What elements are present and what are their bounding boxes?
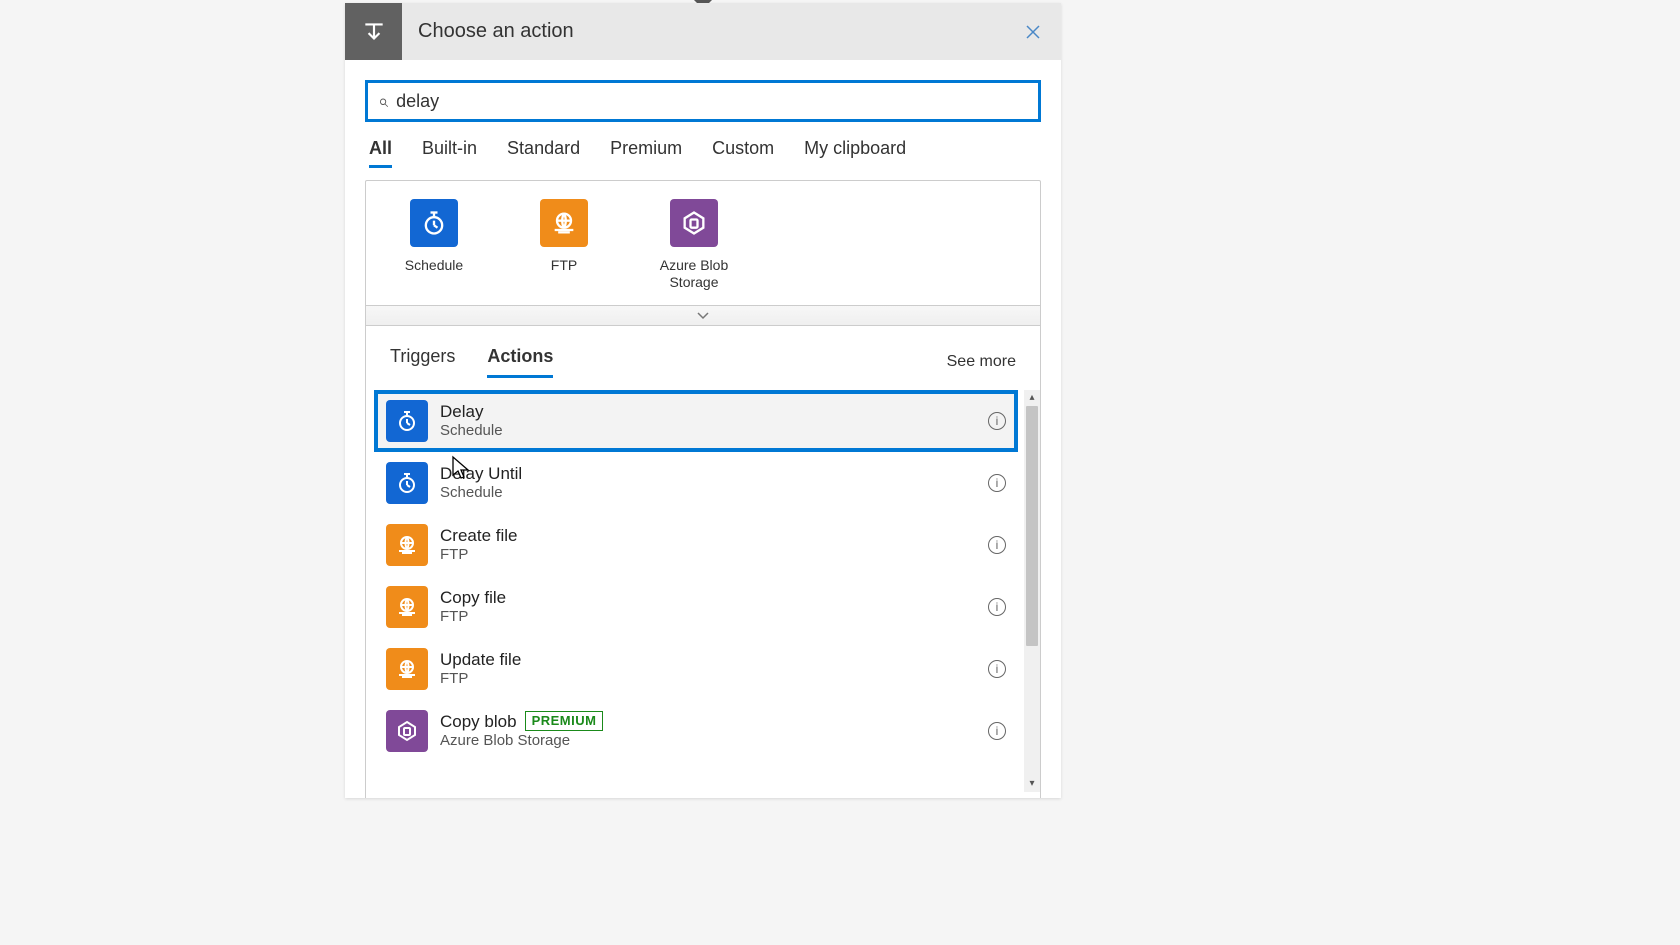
tab-triggers[interactable]: Triggers (390, 346, 455, 378)
result-row[interactable]: Copy file FTP i (374, 576, 1018, 638)
see-more-link[interactable]: See more (947, 353, 1016, 371)
connectors-grid: Schedule FTP Azure Blob (365, 180, 1041, 306)
scrollbar[interactable]: ▴ ▾ (1024, 390, 1040, 792)
ftp-icon (386, 586, 428, 628)
result-text: Create file FTP (440, 525, 517, 565)
scroll-up-arrow[interactable]: ▴ (1024, 390, 1040, 406)
tab-built-in[interactable]: Built-in (422, 138, 477, 168)
ftp-icon (386, 524, 428, 566)
tab-actions[interactable]: Actions (487, 346, 553, 378)
search-icon: ⌕ (378, 91, 388, 112)
tab-custom[interactable]: Custom (712, 138, 774, 168)
triggers-actions-tabs: Triggers Actions See more (365, 326, 1041, 378)
schedule-icon (386, 462, 428, 504)
info-icon[interactable]: i (988, 660, 1006, 678)
ftp-icon (540, 199, 588, 247)
result-row[interactable]: Delay Schedule i (374, 390, 1018, 452)
connector-label: Azure Blob Storage (654, 257, 734, 291)
search-input[interactable] (396, 91, 1028, 112)
result-title: Copy file (440, 587, 506, 608)
result-subtitle: Schedule (440, 484, 522, 503)
info-icon[interactable]: i (988, 536, 1006, 554)
result-subtitle: Azure Blob Storage (440, 732, 603, 751)
result-subtitle: FTP (440, 546, 517, 565)
info-icon[interactable]: i (988, 412, 1006, 430)
result-title: Delay Until (440, 463, 522, 484)
expand-connectors-button[interactable] (365, 306, 1041, 326)
result-title: Delay (440, 401, 503, 422)
connector-label: FTP (551, 257, 577, 274)
chevron-down-icon (696, 310, 710, 320)
result-subtitle: Schedule (440, 422, 503, 441)
tab-premium[interactable]: Premium (610, 138, 682, 168)
result-text: Delay Schedule (440, 401, 503, 441)
premium-badge: PREMIUM (525, 711, 604, 731)
blob-icon (386, 710, 428, 752)
result-title: Copy blobPREMIUM (440, 711, 603, 732)
azure-blob-icon (670, 199, 718, 247)
scroll-down-arrow[interactable]: ▾ (1024, 776, 1040, 792)
connector-label: Schedule (405, 257, 463, 274)
tab-standard[interactable]: Standard (507, 138, 580, 168)
result-row[interactable]: Copy blobPREMIUM Azure Blob Storage i (374, 700, 1018, 762)
filter-tabs: All Built-in Standard Premium Custom My … (365, 138, 1041, 168)
result-row[interactable]: Delay Until Schedule i (374, 452, 1018, 514)
results-list: Delay Schedule i Delay Until Schedule i … (365, 378, 1041, 798)
tab-all[interactable]: All (369, 138, 392, 168)
scroll-thumb[interactable] (1026, 406, 1038, 647)
connector-azure-blob[interactable]: Azure Blob Storage (654, 199, 734, 291)
result-text: Copy blobPREMIUM Azure Blob Storage (440, 711, 603, 751)
result-subtitle: FTP (440, 608, 506, 627)
result-row[interactable]: Create file FTP i (374, 514, 1018, 576)
scroll-track[interactable] (1024, 406, 1040, 776)
result-text: Update file FTP (440, 649, 521, 689)
close-button[interactable] (1013, 12, 1053, 52)
panel-header: Choose an action (345, 3, 1061, 60)
connector-schedule[interactable]: Schedule (394, 199, 474, 291)
result-text: Delay Until Schedule (440, 463, 522, 503)
info-icon[interactable]: i (988, 722, 1006, 740)
schedule-icon (386, 400, 428, 442)
insert-step-icon (345, 3, 402, 60)
result-title: Create file (440, 525, 517, 546)
search-box[interactable]: ⌕ (365, 80, 1041, 122)
result-row[interactable]: Update file FTP i (374, 638, 1018, 700)
schedule-icon (410, 199, 458, 247)
info-icon[interactable]: i (988, 598, 1006, 616)
result-subtitle: FTP (440, 670, 521, 689)
connector-ftp[interactable]: FTP (524, 199, 604, 291)
choose-action-panel: Choose an action ⌕ All Built-in Standard… (345, 3, 1061, 798)
result-title: Update file (440, 649, 521, 670)
panel-title: Choose an action (418, 20, 574, 43)
info-icon[interactable]: i (988, 474, 1006, 492)
ftp-icon (386, 648, 428, 690)
tab-my-clipboard[interactable]: My clipboard (804, 138, 906, 168)
result-text: Copy file FTP (440, 587, 506, 627)
